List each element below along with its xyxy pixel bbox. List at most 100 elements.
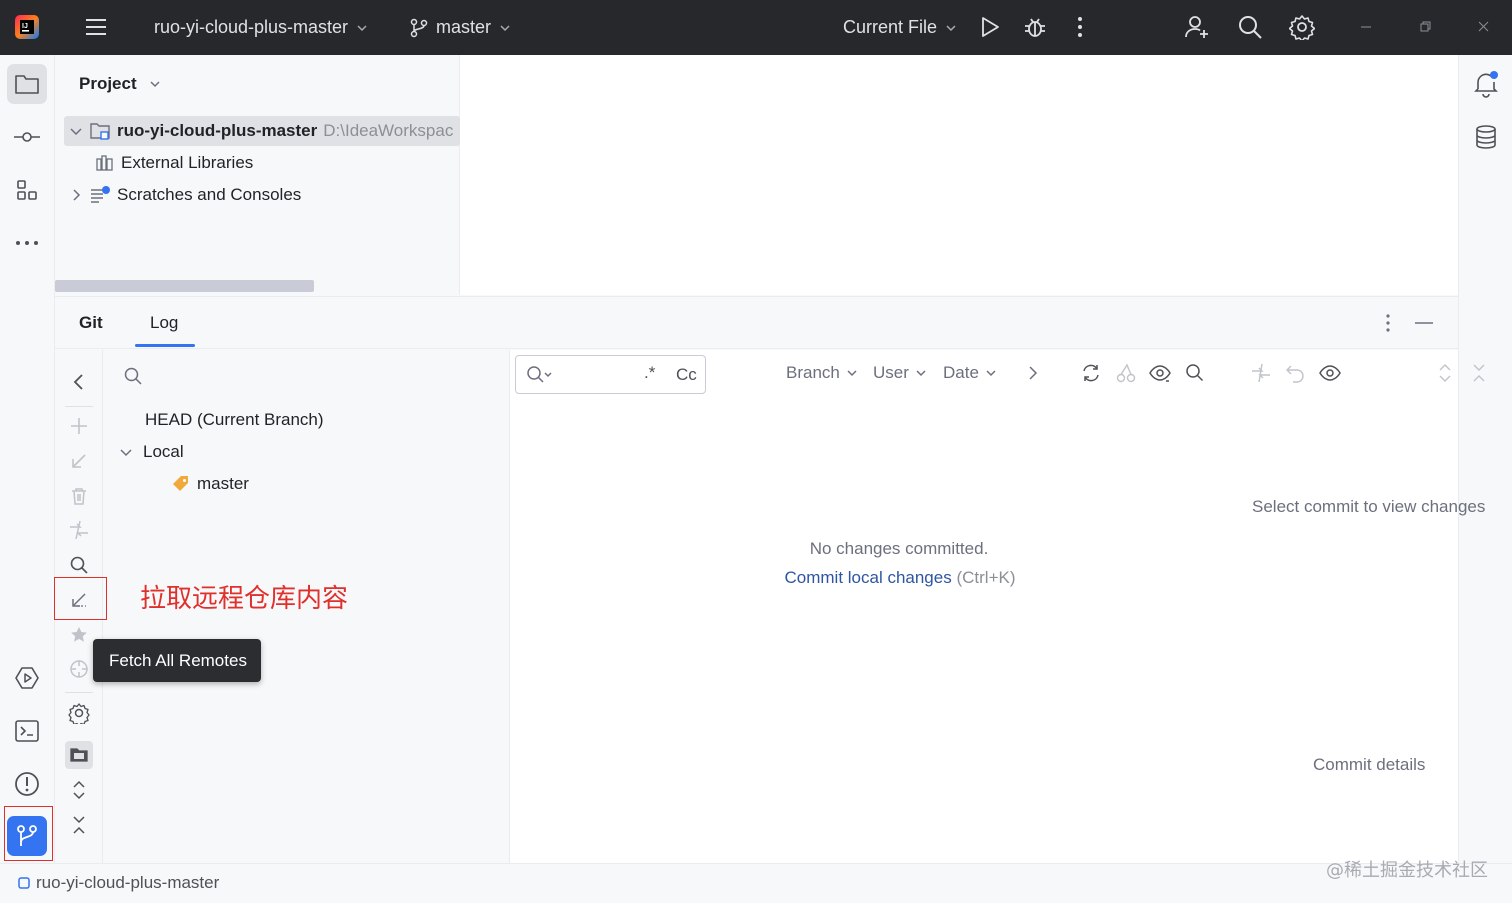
regex-toggle[interactable]: .* [644, 363, 655, 383]
structure-tool-button[interactable] [7, 170, 47, 210]
code-with-me-icon[interactable] [1184, 14, 1210, 40]
chevron-down-icon [357, 24, 367, 31]
more-tools-button[interactable] [7, 223, 47, 263]
chevron-right-icon[interactable] [69, 188, 83, 202]
module-icon [18, 877, 30, 889]
no-changes-message: No changes committed. [809, 539, 989, 558]
svg-text:IJ: IJ [22, 23, 28, 30]
branch-settings-gear-icon[interactable] [67, 701, 91, 725]
title-bar: IJ ruo-yi-cloud-plus-master master Curre… [0, 0, 1512, 55]
cherry-pick-icon[interactable] [1115, 362, 1137, 384]
terminal-icon [15, 720, 39, 742]
update-icon[interactable] [67, 449, 91, 473]
run-configuration-selector[interactable]: Current File [843, 0, 957, 55]
revert-icon[interactable] [1284, 362, 1306, 384]
external-libraries-label: External Libraries [121, 153, 254, 172]
notifications-tool-button[interactable] [1466, 64, 1506, 104]
filter-user[interactable]: User [873, 350, 927, 396]
branch-head[interactable]: HEAD (Current Branch) [145, 405, 324, 435]
compare-icon[interactable] [67, 518, 91, 542]
filter-branch-label: Branch [786, 363, 840, 382]
tab-log[interactable]: Log [150, 297, 178, 349]
delete-icon[interactable] [67, 484, 91, 508]
fetch-button-highlight-box [54, 577, 107, 620]
debug-icon[interactable] [1022, 14, 1048, 40]
expand-collapse-icon[interactable] [1434, 362, 1456, 384]
database-tool-button[interactable] [1466, 117, 1506, 157]
branch-switcher[interactable]: master [410, 0, 511, 55]
toolbar-separator [65, 406, 93, 407]
tree-item-scratches[interactable]: Scratches and Consoles [69, 180, 301, 210]
watermark: @稀土掘金技术社区 [1326, 860, 1488, 881]
navigate-log-icon[interactable] [67, 657, 91, 681]
services-icon [15, 667, 39, 689]
chevron-down-icon[interactable] [69, 124, 83, 138]
refresh-icon[interactable] [1080, 362, 1102, 384]
search-icon[interactable] [123, 366, 143, 386]
branch-group-local[interactable]: Local [119, 437, 184, 467]
run-icon[interactable] [978, 14, 1004, 40]
commit-local-changes-link[interactable]: Commit local changes [784, 568, 951, 587]
hide-panel-icon[interactable] [1413, 313, 1435, 333]
search-history-icon [527, 366, 552, 383]
project-tool-button[interactable] [7, 64, 47, 104]
close-icon[interactable] [1476, 14, 1502, 40]
tree-item-project-root[interactable]: ruo-yi-cloud-plus-master D:\IdeaWorkspac [69, 116, 453, 146]
commit-details-placeholder: Commit details [1313, 755, 1426, 774]
annotation-text: 拉取远程仓库内容 [140, 584, 349, 614]
module-folder-icon [90, 123, 110, 140]
project-horizontal-scrollbar[interactable] [55, 280, 314, 292]
chevron-right-icon[interactable] [1022, 362, 1044, 384]
chevron-down-icon [150, 81, 160, 88]
services-tool-button[interactable] [7, 658, 47, 698]
log-panel: .* Cc Branch User Date No changes commit… [510, 350, 1485, 864]
git-options-icon[interactable] [1378, 313, 1398, 333]
collapse-left-icon[interactable] [67, 370, 91, 394]
log-search-field[interactable]: .* Cc [515, 355, 706, 394]
compare-branches-icon[interactable] [1250, 362, 1272, 384]
branch-icon [410, 18, 428, 37]
preview-eye-icon[interactable] [1319, 362, 1341, 384]
chevron-down-icon [946, 24, 956, 31]
main-menu-icon[interactable] [84, 14, 110, 40]
chevron-down-icon[interactable] [119, 445, 133, 459]
new-branch-icon[interactable] [67, 414, 91, 438]
head-label: HEAD (Current Branch) [145, 410, 324, 429]
git-tab-bar: Git Log [55, 297, 1458, 349]
restore-icon[interactable] [1417, 14, 1443, 40]
more-actions-icon[interactable] [1068, 14, 1094, 40]
project-view-selector[interactable]: Project [79, 69, 161, 99]
minimize-icon[interactable] [1358, 14, 1384, 40]
library-icon [96, 155, 113, 171]
left-tool-stripe [0, 55, 55, 863]
terminal-tool-button[interactable] [7, 711, 47, 751]
search-branches-icon[interactable] [67, 553, 91, 577]
expand-all-icon[interactable] [67, 778, 91, 802]
master-label: master [197, 474, 249, 493]
collapse-all-icon[interactable] [67, 813, 91, 837]
project-name: ruo-yi-cloud-plus-master [154, 17, 349, 37]
settings-gear-icon[interactable] [1289, 14, 1315, 40]
group-by-directory-icon[interactable] [67, 743, 91, 767]
active-tab-indicator [135, 344, 195, 347]
tab-git[interactable]: Git [79, 297, 103, 349]
problems-tool-button[interactable] [7, 764, 47, 804]
filter-branch[interactable]: Branch [786, 350, 858, 396]
select-commit-hint: Select commit to view changes [1252, 497, 1486, 516]
commit-tool-button[interactable] [7, 117, 47, 157]
collapse-all-icon[interactable] [1468, 362, 1490, 384]
tree-item-external-libraries[interactable]: External Libraries [95, 148, 253, 178]
search-icon[interactable] [1184, 362, 1206, 384]
view-options-eye-icon[interactable] [1149, 362, 1171, 384]
match-case-toggle[interactable]: Cc [676, 365, 697, 385]
project-switcher[interactable]: ruo-yi-cloud-plus-master [154, 0, 368, 55]
intellij-logo-icon[interactable]: IJ [14, 14, 40, 40]
filter-date[interactable]: Date [943, 350, 997, 396]
favorite-star-icon[interactable] [67, 623, 91, 647]
filter-user-label: User [873, 363, 909, 382]
branch-master[interactable]: master [171, 469, 249, 499]
status-bar-breadcrumb[interactable]: ruo-yi-cloud-plus-master [18, 873, 219, 893]
search-icon[interactable] [1237, 14, 1263, 40]
chevron-down-icon [986, 370, 996, 377]
structure-icon [17, 180, 37, 200]
